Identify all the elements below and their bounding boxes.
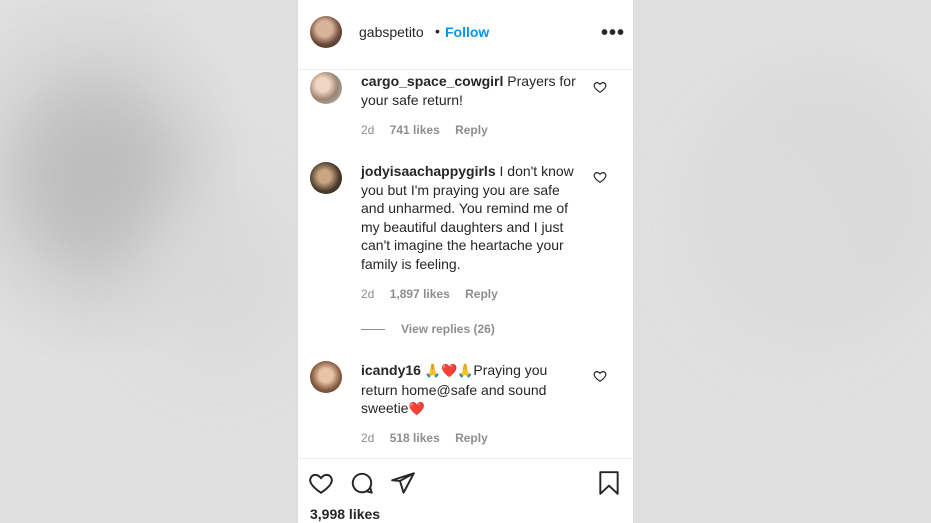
heart-outline-icon[interactable] [308,470,334,496]
comment-body: I don't know you but I'm praying you are… [361,163,574,272]
comment-likes[interactable]: 1,897 likes [390,287,450,301]
comment-meta: 2d 741 likes Reply [361,123,500,137]
comment-age: 2d [361,431,375,445]
comment-likes[interactable]: 741 likes [390,123,440,137]
post-panel: gabspetito • Follow ••• cargo_space_cowg… [297,0,635,523]
more-dots-icon[interactable]: ••• [601,22,625,45]
heart-outline-icon[interactable] [593,369,607,383]
comment-meta: 2d 518 likes Reply [361,431,500,445]
post-header: gabspetito • Follow ••• [298,0,635,70]
view-replies-label: View replies (26) [401,322,495,336]
follow-button[interactable]: Follow [445,24,489,40]
post-likes-count[interactable]: 3,998 likes [310,506,380,522]
commenter-avatar[interactable] [310,162,342,194]
comment-age: 2d [361,287,375,301]
comment-likes[interactable]: 518 likes [390,431,440,445]
post-actions: 3,998 likes [298,458,635,523]
reply-button[interactable]: Reply [465,287,498,301]
comment-icon[interactable] [349,470,375,496]
commenter-avatar[interactable] [310,361,342,393]
view-replies-button[interactable]: View replies (26) [361,322,495,336]
bookmark-icon[interactable] [596,470,622,496]
comment-text: jodyisaachappygirls I don't know you but… [361,162,581,273]
comment-text: icandy16 🙏❤️🙏Praying you return home@saf… [361,361,581,419]
comment-age: 2d [361,123,375,137]
comment-text: cargo_space_cowgirl Prayers for your saf… [361,72,581,109]
reply-button[interactable]: Reply [455,123,488,137]
praying-heart-emoji: 🙏❤️🙏 [424,363,474,378]
commenter-avatar[interactable] [310,72,342,104]
reply-button[interactable]: Reply [455,431,488,445]
author-username[interactable]: gabspetito [359,24,424,40]
replies-divider [361,329,385,331]
commenter-username[interactable]: jodyisaachappygirls [361,163,496,179]
commenter-username[interactable]: icandy16 [361,362,421,378]
separator-dot: • [435,23,440,39]
paper-plane-icon[interactable] [390,470,416,496]
author-avatar[interactable] [310,16,342,48]
heart-emoji: ❤️ [408,401,425,416]
comment-meta: 2d 1,897 likes Reply [361,287,510,301]
commenter-username[interactable]: cargo_space_cowgirl [361,73,503,89]
heart-outline-icon[interactable] [593,170,607,184]
heart-outline-icon[interactable] [593,80,607,94]
